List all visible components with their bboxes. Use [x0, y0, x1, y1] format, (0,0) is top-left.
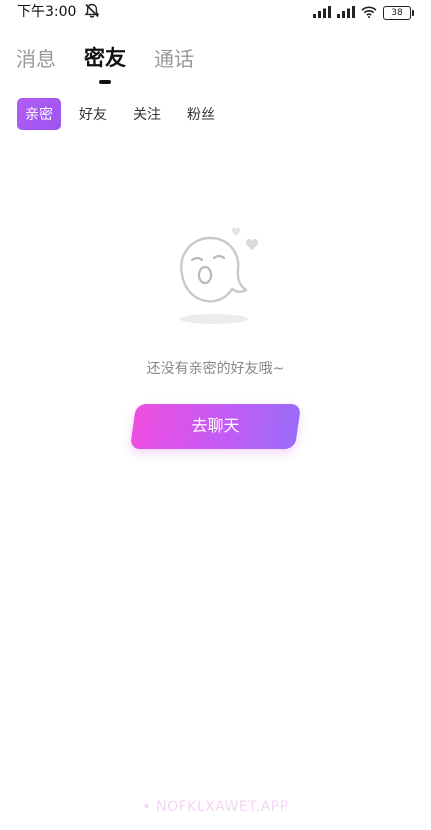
signal-icon-2	[337, 3, 355, 22]
empty-state-message: 还没有亲密的好友哦~	[146, 361, 285, 377]
sub-tab-intimate[interactable]: 亲密	[17, 98, 61, 130]
tab-indicator	[99, 80, 111, 84]
sub-tabs: 亲密 好友 关注 粉丝	[17, 98, 223, 130]
tab-close-friends[interactable]: 密友	[84, 42, 126, 84]
wifi-icon	[361, 3, 377, 22]
tab-calls[interactable]: 通话	[154, 43, 194, 72]
signal-icon	[313, 3, 331, 22]
go-chat-button[interactable]: 去聊天	[129, 404, 302, 449]
tab-messages[interactable]: 消息	[16, 43, 56, 72]
sub-tab-friends[interactable]: 好友	[71, 98, 115, 130]
go-chat-button-label: 去聊天	[191, 418, 240, 435]
sub-tab-following[interactable]: 关注	[125, 98, 169, 130]
watermark: • NOFKLXAWET.APP	[142, 799, 289, 815]
status-bar: 下午3:00 38	[0, 0, 431, 22]
status-time: 下午3:00	[17, 4, 77, 20]
status-icons: 38	[313, 3, 414, 22]
tab-close-friends-label: 密友	[84, 46, 126, 70]
main-tabs: 消息 密友 通话	[16, 42, 194, 84]
battery-icon: 38	[383, 5, 414, 20]
mute-icon	[84, 3, 100, 22]
sub-tab-fans[interactable]: 粉丝	[179, 98, 223, 130]
empty-state-illustration	[170, 220, 262, 330]
